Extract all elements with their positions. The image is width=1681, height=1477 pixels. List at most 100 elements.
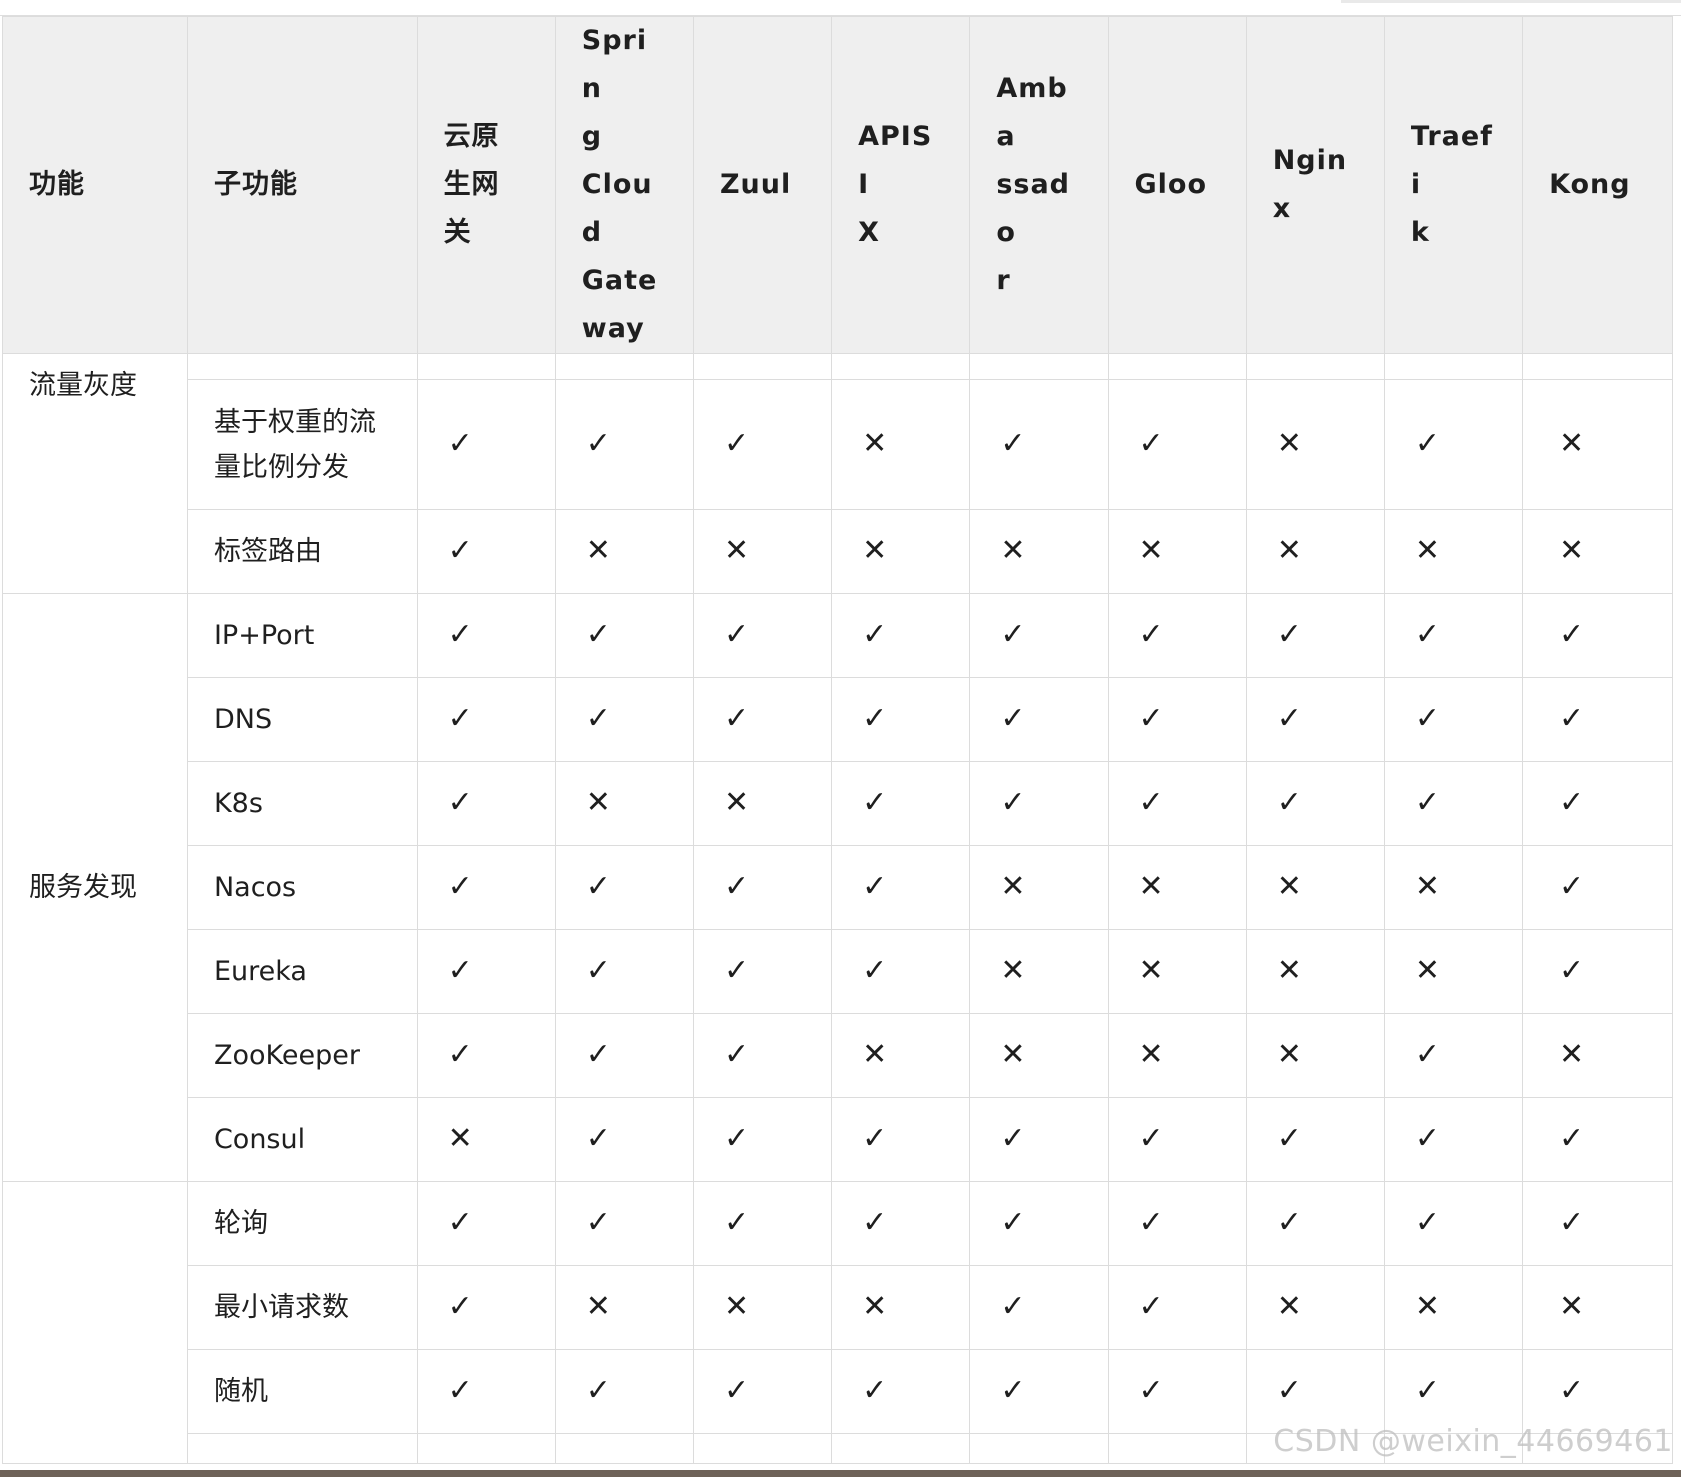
support-cell: ✓ xyxy=(416,593,556,678)
support-cell: ✓ xyxy=(554,929,694,1014)
spacer-cell xyxy=(186,353,418,380)
table-body: 流量灰度 基于权重的流量比例分发 ✓ ✓ ✓ ✕ ✓ ✓ ✕ ✓ ✕ 标签路由 ✓ ✕ ✕ ✕ ✕ ✕ ✕ ✕ ✕ 服务发… xyxy=(2,353,1673,1464)
subfeature-cell: DNS xyxy=(186,677,418,762)
column-header-text: 功能 xyxy=(29,169,85,200)
check-icon: ✓ xyxy=(1414,426,1441,461)
support-cell: ✓ xyxy=(1107,593,1247,678)
column-header-text: way xyxy=(581,313,645,344)
support-cell: ✕ xyxy=(1522,1265,1673,1350)
column-header-6: Amba ssado r xyxy=(969,16,1109,354)
spacer-cell xyxy=(554,353,694,380)
check-icon: ✓ xyxy=(1276,701,1302,736)
cross-icon: ✕ xyxy=(862,533,888,568)
cross-icon: ✕ xyxy=(1276,1037,1302,1072)
support-cell: ✕ xyxy=(1245,1013,1385,1098)
support-cell: ✓ xyxy=(969,1097,1109,1182)
support-cell: ✓ xyxy=(831,761,971,846)
cross-icon: ✕ xyxy=(1138,953,1164,988)
check-icon: ✓ xyxy=(585,1205,611,1240)
table-row: ZooKeeper ✓ ✓ ✓ ✕ ✕ ✕ ✕ ✓ ✕ xyxy=(3,1013,1673,1098)
support-cell: ✓ xyxy=(1245,593,1385,678)
empty-cell xyxy=(554,1433,694,1464)
column-header-text: g xyxy=(581,121,603,152)
check-icon: ✓ xyxy=(1138,1205,1164,1240)
support-cell: ✓ xyxy=(692,593,833,678)
check-icon: ✓ xyxy=(1414,701,1441,736)
check-icon: ✓ xyxy=(447,785,473,820)
check-icon: ✓ xyxy=(862,1205,888,1240)
subfeature-cell: K8s xyxy=(186,761,418,846)
column-header-text: APISI xyxy=(858,121,933,200)
check-icon: ✓ xyxy=(1138,701,1164,736)
support-cell: ✓ xyxy=(1107,1265,1247,1350)
cross-icon: ✕ xyxy=(1276,426,1302,461)
support-cell: ✓ xyxy=(692,1097,833,1182)
spacer-cell xyxy=(692,353,833,380)
support-cell: ✓ xyxy=(1107,379,1247,510)
table-row: Consul ✕ ✓ ✓ ✓ ✓ ✓ ✓ ✓ ✓ xyxy=(3,1097,1673,1182)
subfeature-cell: Eureka xyxy=(186,929,418,1014)
subfeature-cell: Nacos xyxy=(186,845,418,930)
cross-icon: ✕ xyxy=(1414,953,1441,988)
support-cell: ✓ xyxy=(1383,1349,1524,1434)
check-icon: ✓ xyxy=(447,1289,473,1324)
support-cell: ✓ xyxy=(969,379,1109,510)
support-cell: ✓ xyxy=(416,1349,556,1434)
empty-cell xyxy=(692,1433,833,1464)
support-cell: ✕ xyxy=(1107,1013,1247,1098)
support-cell: ✕ xyxy=(969,929,1109,1014)
table-row: DNS ✓ ✓ ✓ ✓ ✓ ✓ ✓ ✓ ✓ xyxy=(3,677,1673,762)
check-icon: ✓ xyxy=(862,701,888,736)
column-header-text: k xyxy=(1410,217,1430,248)
column-header-text: Traefi xyxy=(1410,121,1493,200)
check-icon: ✓ xyxy=(585,426,611,461)
scroll-indicator xyxy=(1341,0,1681,3)
cross-icon: ✕ xyxy=(1558,426,1585,461)
table-row: 轮询 ✓ ✓ ✓ ✓ ✓ ✓ ✓ ✓ ✓ xyxy=(2,1181,1673,1464)
support-cell: ✕ xyxy=(416,1097,556,1182)
support-cell: ✓ xyxy=(969,1265,1109,1350)
subfeature-cell: 基于权重的流量比例分发 xyxy=(186,379,418,510)
cross-icon: ✕ xyxy=(1414,869,1441,904)
support-cell: ✓ xyxy=(554,1181,694,1266)
check-icon: ✓ xyxy=(585,1373,611,1408)
support-cell: ✓ xyxy=(1383,593,1524,678)
subfeature-cell: 最小请求数 xyxy=(186,1265,418,1350)
support-cell: ✓ xyxy=(1522,593,1673,678)
spacer-cell xyxy=(1522,353,1673,380)
check-icon: ✓ xyxy=(1414,1121,1441,1156)
check-icon: ✓ xyxy=(447,617,473,652)
check-icon: ✓ xyxy=(1558,785,1585,820)
cross-icon: ✕ xyxy=(1276,869,1302,904)
check-icon: ✓ xyxy=(1000,1289,1026,1324)
table-row: Nacos ✓ ✓ ✓ ✓ ✕ ✕ ✕ ✕ ✓ xyxy=(3,845,1673,930)
support-cell: ✕ xyxy=(1383,929,1524,1014)
cross-icon: ✕ xyxy=(1558,533,1585,568)
column-header-text: 云原 xyxy=(443,121,500,152)
check-icon: ✓ xyxy=(585,617,611,652)
check-icon: ✓ xyxy=(862,785,888,820)
spacer-cell xyxy=(969,353,1109,380)
column-header-2: 云原 生网关 xyxy=(416,16,556,354)
spacer-cell xyxy=(416,353,556,380)
subfeature-cell: ZooKeeper xyxy=(186,1013,418,1098)
column-header-3: Sprin g Cloud Gate way xyxy=(554,16,694,354)
check-icon: ✓ xyxy=(447,533,473,568)
support-cell: ✓ xyxy=(416,1181,556,1266)
check-icon: ✓ xyxy=(1138,426,1164,461)
support-cell: ✓ xyxy=(1107,1349,1247,1434)
cross-icon: ✕ xyxy=(862,1037,888,1072)
check-icon: ✓ xyxy=(1414,617,1441,652)
support-cell: ✓ xyxy=(1383,1181,1524,1266)
support-cell: ✕ xyxy=(1522,1013,1673,1098)
support-cell: ✕ xyxy=(1383,1265,1524,1350)
column-header-text: Kong xyxy=(1549,169,1631,200)
check-icon: ✓ xyxy=(1000,617,1026,652)
column-header-text: Zuul xyxy=(719,169,792,200)
cross-icon: ✕ xyxy=(723,533,750,568)
column-header-5: APISI X xyxy=(831,16,971,354)
cross-icon: ✕ xyxy=(1138,1037,1164,1072)
check-icon: ✓ xyxy=(1558,953,1585,988)
support-cell: ✓ xyxy=(416,379,556,510)
check-icon: ✓ xyxy=(1276,1205,1302,1240)
